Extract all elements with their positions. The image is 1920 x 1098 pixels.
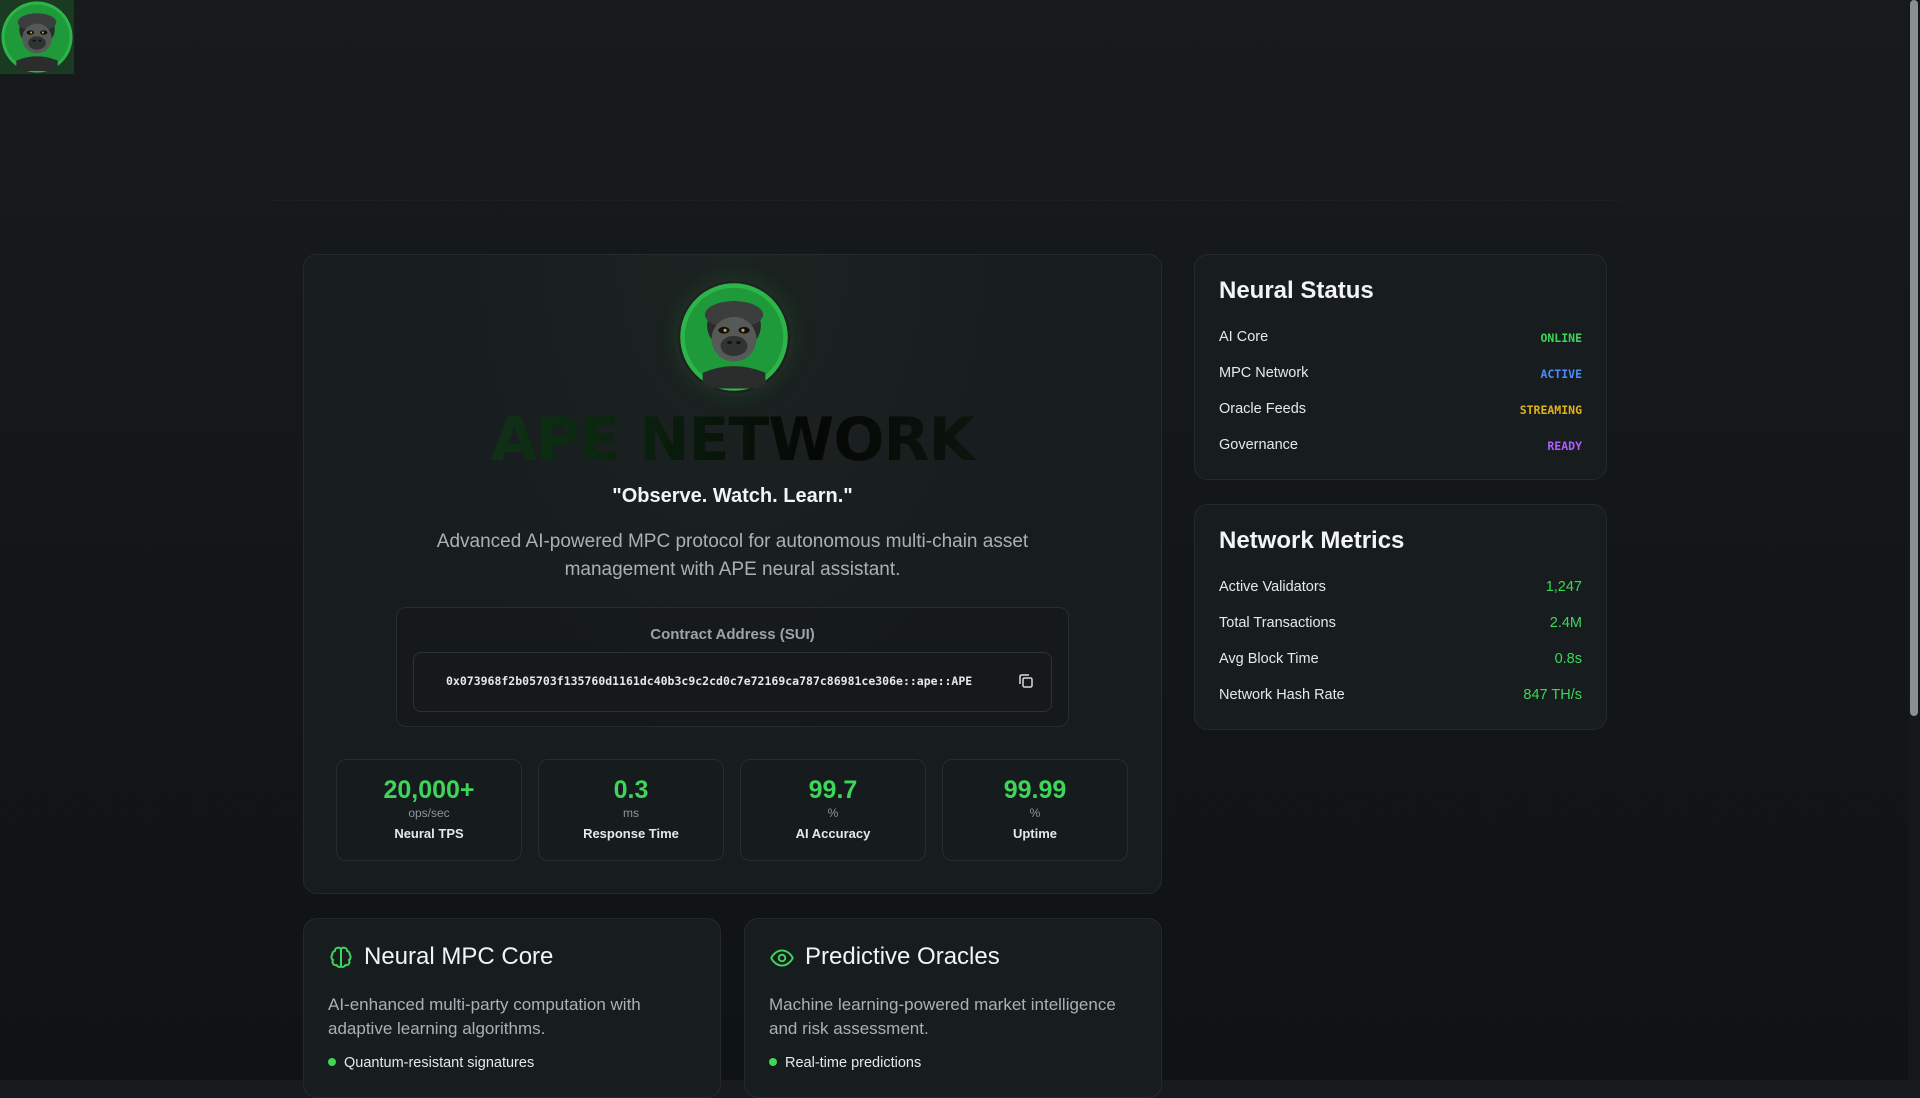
brain-icon (330, 946, 352, 968)
feature-bullet: Quantum-resistant signatures (328, 1055, 534, 1071)
metric-row-network-hash-rate: Network Hash Rate 847 TH/s (1219, 687, 1582, 707)
hero-card: APE NETWORK "Observe. Watch. Learn." Adv… (303, 254, 1162, 894)
metric-label: Total Transactions (1219, 615, 1336, 631)
status-row-oracle-feeds: Oracle Feeds STREAMING (1219, 401, 1582, 421)
stat-label: Uptime (1012, 826, 1058, 841)
scrollbar-thumb[interactable] (1910, 0, 1918, 716)
status-label: Governance (1219, 437, 1298, 453)
stat-value: 99.99 (1003, 776, 1067, 804)
status-label: MPC Network (1219, 365, 1309, 381)
feature-card-predictive-oracles: Predictive Oracles Machine learning-powe… (744, 918, 1162, 1098)
brand-description: Advanced AI-powered MPC protocol for aut… (436, 531, 1029, 580)
metric-row-avg-block-time: Avg Block Time 0.8s (1219, 651, 1582, 671)
metric-value: 2.4M (1549, 615, 1582, 631)
metric-value: 0.8s (1554, 651, 1582, 667)
neural-status-title: Neural Status (1219, 277, 1374, 304)
feature-card-neural-mpc: Neural MPC Core AI-enhanced multi-party … (303, 918, 721, 1098)
bullet-text: Real-time predictions (785, 1055, 922, 1071)
stat-unit: % (1029, 806, 1041, 820)
contract-panel: Contract Address (SUI) 0x073968f2b05703f… (396, 607, 1069, 727)
bullet-dot (769, 1058, 777, 1066)
stat-ai-accuracy: 99.7 % AI Accuracy (740, 759, 926, 861)
metric-label: Network Hash Rate (1219, 687, 1345, 703)
metric-value: 847 TH/s (1523, 687, 1582, 703)
status-label: Oracle Feeds (1219, 401, 1307, 417)
stat-value: 99.7 (808, 776, 858, 804)
status-badge: ACTIVE (1540, 367, 1582, 381)
brand-motto: "Observe. Watch. Learn." (612, 485, 853, 507)
status-badge: READY (1547, 439, 1582, 453)
feature-description: AI-enhanced multi-party computation with… (328, 995, 641, 1038)
status-row-mpc-network: MPC Network ACTIVE (1219, 365, 1582, 385)
scrollbar[interactable] (1908, 0, 1920, 1080)
metric-row-active-validators: Active Validators 1,247 (1219, 579, 1582, 599)
feature-title: Predictive Oracles (805, 943, 1000, 970)
metric-label: Active Validators (1219, 579, 1326, 595)
bullet-dot (328, 1058, 336, 1066)
brand-title: APE NETWORK (304, 405, 1161, 475)
stat-unit: ops/sec (408, 806, 450, 820)
stat-uptime: 99.99 % Uptime (942, 759, 1128, 861)
status-row-governance: Governance READY (1219, 437, 1582, 457)
stat-neural-tps: 20,000+ ops/sec Neural TPS (336, 759, 522, 861)
neural-status-card: Neural Status AI Core ONLINE MPC Network… (1194, 254, 1607, 480)
stat-unit: % (827, 806, 839, 820)
corner-logo[interactable] (0, 0, 74, 74)
status-label: AI Core (1219, 329, 1269, 345)
contract-address-box: 0x073968f2b05703f135760d1161dc40b3c9c2cd… (413, 652, 1052, 712)
status-badge: STREAMING (1519, 403, 1582, 417)
metric-label: Avg Block Time (1219, 651, 1319, 667)
stat-label: AI Accuracy (795, 826, 871, 841)
feature-title: Neural MPC Core (364, 943, 554, 970)
network-metrics-title: Network Metrics (1219, 527, 1405, 554)
contract-address[interactable]: 0x073968f2b05703f135760d1161dc40b3c9c2cd… (446, 674, 972, 688)
feature-bullet: Real-time predictions (769, 1055, 921, 1071)
stat-value: 20,000+ (383, 776, 475, 804)
metric-value: 1,247 (1545, 579, 1582, 595)
ape-logo-icon (678, 281, 790, 393)
feature-description: Machine learning-powered market intellig… (769, 995, 1116, 1038)
status-row-ai-core: AI Core ONLINE (1219, 329, 1582, 349)
status-badge: ONLINE (1540, 331, 1582, 345)
stat-response-time: 0.3 ms Response Time (538, 759, 724, 861)
eye-icon (770, 949, 794, 967)
network-metrics-card: Network Metrics Active Validators 1,247 … (1194, 504, 1607, 730)
stat-label: Neural TPS (394, 826, 464, 841)
copy-icon[interactable] (1017, 672, 1035, 690)
stat-unit: ms (623, 806, 639, 820)
stat-value: 0.3 (613, 776, 649, 804)
ape-logo-icon (0, 0, 74, 74)
metric-row-total-transactions: Total Transactions 2.4M (1219, 615, 1582, 635)
stat-label: Response Time (583, 826, 679, 841)
contract-label: Contract Address (SUI) (650, 626, 815, 643)
bullet-text: Quantum-resistant signatures (344, 1055, 535, 1071)
header (270, 150, 1620, 201)
